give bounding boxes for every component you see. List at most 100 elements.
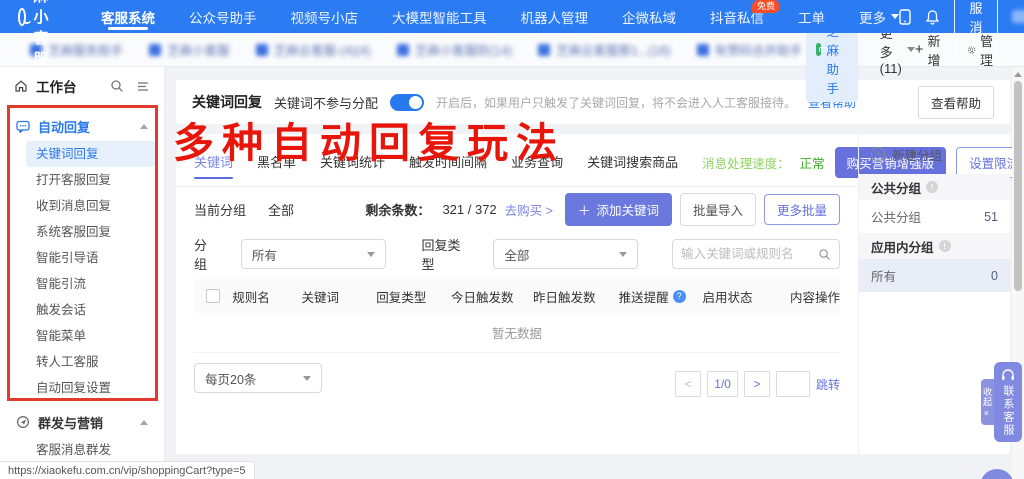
- blurred-username: [1012, 10, 1024, 23]
- nav-item-more[interactable]: 更多: [859, 0, 899, 33]
- nav-item-gongdan[interactable]: 工单: [798, 0, 825, 33]
- search-icon[interactable]: [818, 248, 831, 261]
- scrollbar-thumb[interactable]: [1014, 81, 1022, 291]
- blurred-app-tab[interactable]: 芝麻云客服那1...(18): [538, 40, 671, 59]
- mobile-icon[interactable]: [899, 9, 911, 25]
- group-row-all[interactable]: 所有 0: [859, 259, 1010, 292]
- sidebar-item-keyword-reply[interactable]: 关键词回复: [26, 141, 156, 167]
- blurred-app-tab[interactable]: 芝麻云客服-(4)(4): [256, 40, 371, 59]
- group-filter-label: 分组: [194, 235, 219, 273]
- blurred-app-tab[interactable]: 芝麻小客服: [149, 40, 230, 59]
- blurred-app-tab[interactable]: 芝麻小客服防(14): [397, 40, 512, 59]
- plus-circle-icon: +: [871, 147, 885, 161]
- sidebar-item-transfer-human[interactable]: 转人工客服: [26, 349, 156, 375]
- page-header-card: 关键词回复 关键词不参与分配 开启后，如果用户只触发了关键词回复，将不会进入人工…: [176, 80, 1010, 124]
- next-page-button[interactable]: >: [744, 371, 770, 397]
- workbench-row[interactable]: 工作台: [0, 67, 164, 105]
- pagination: < 1/0 > 跳转: [675, 371, 840, 397]
- group-filter-select[interactable]: 所有: [241, 239, 386, 269]
- tab-trigger-interval[interactable]: 触发时间间隔: [409, 152, 487, 182]
- col-reply-type: 回复类型: [376, 287, 451, 306]
- sidebar-item-trigger-session[interactable]: 触发会话: [26, 297, 156, 323]
- chevron-down-icon: [619, 252, 627, 257]
- table-footer-row: 每页20条 < 1/0 > 跳转: [176, 353, 858, 397]
- prev-page-button[interactable]: <: [675, 371, 701, 397]
- reply-type-label: 回复类型: [422, 235, 472, 273]
- tab-keyword-stats[interactable]: 关键词统计: [320, 152, 385, 182]
- free-badge: 免费: [752, 0, 780, 13]
- keyword-distribution-toggle[interactable]: [390, 94, 424, 111]
- tab-business-query[interactable]: 业务查询: [511, 152, 563, 182]
- col-content-actions: 内容操作: [790, 287, 840, 306]
- sidebar-item-system-kefu-reply[interactable]: 系统客服回复: [26, 219, 156, 245]
- jump-button[interactable]: 跳转: [816, 376, 840, 393]
- scrollbar-up-arrow[interactable]: [1014, 72, 1022, 77]
- bell-icon[interactable]: [925, 9, 940, 25]
- brand-logo[interactable]: 芝麻小客服: [18, 0, 59, 69]
- tab-blacklist[interactable]: 黑名单: [257, 152, 296, 182]
- reply-type-select[interactable]: 全部: [493, 239, 638, 269]
- filter-row: 分组 所有 回复类型 全部: [176, 231, 858, 277]
- batch-import-button[interactable]: 批量导入: [680, 193, 756, 226]
- more-batch-button[interactable]: 更多批量: [764, 194, 840, 225]
- col-enable-status: 启用状态: [703, 287, 790, 306]
- tab-keyword-product-search[interactable]: 关键词搜索商品: [587, 152, 678, 182]
- assistant-icon: [816, 43, 820, 56]
- sidebar-group-mass-marketing[interactable]: 群发与营销: [0, 407, 164, 437]
- current-group-label: 当前分组: [194, 200, 246, 219]
- main-content-area: 关键词回复 关键词不参与分配 开启后，如果用户只触发了关键词回复，将不会进入人工…: [165, 67, 1024, 479]
- nav-item-qiwei[interactable]: 企微私域: [622, 0, 676, 33]
- sidebar-group-auto-reply[interactable]: 自动回复: [0, 111, 164, 141]
- sidebar-item-received-msg-reply[interactable]: 收到消息回复: [26, 193, 156, 219]
- nav-item-llm-tools[interactable]: 大模型智能工具: [392, 0, 487, 33]
- sidebar-item-smart-menu[interactable]: 智能菜单: [26, 323, 156, 349]
- search-icon[interactable]: [110, 79, 124, 93]
- nav-item-gongzhonghao[interactable]: 公众号助手: [189, 0, 257, 33]
- col-rule-name: 规则名: [232, 287, 301, 306]
- kefu-message-button[interactable]: 客服消息: [954, 0, 998, 60]
- sidebar-item-auto-reply-settings[interactable]: 自动回复设置: [26, 375, 156, 401]
- app-tabs-bar: 芝麻服务助手 芝麻小客服 芝麻云客服-(4)(4) 芝麻小客服防(14) 芝麻云…: [0, 33, 1024, 67]
- sidebar-item-smart-guide[interactable]: 智能引导语: [26, 245, 156, 271]
- keyword-table: 规则名 关键词 回复类型 今日触发数 昨日触发数 推送提醒? 启用状态 内容操作…: [194, 279, 840, 353]
- speed-status-value: 正常: [800, 153, 825, 172]
- browser-status-bar: https://xiaokefu.com.cn/vip/shoppingCart…: [0, 461, 255, 479]
- new-group-button[interactable]: + 新建分组: [859, 134, 1010, 174]
- app-favicon: [397, 44, 409, 56]
- nav-item-douyin[interactable]: 抖音私信 免费: [710, 0, 764, 33]
- add-keyword-button[interactable]: ＋添加关键词: [565, 193, 672, 226]
- floating-button-partial[interactable]: [980, 469, 1014, 479]
- sidebar-item-kefu-mass-send[interactable]: 客服消息群发: [26, 437, 156, 463]
- public-groups-header: 公共分组 !: [859, 174, 1010, 200]
- info-icon[interactable]: !: [926, 181, 938, 193]
- sidebar-item-smart-drainage[interactable]: 智能引流: [26, 271, 156, 297]
- info-icon[interactable]: !: [939, 240, 951, 252]
- keyword-search-box: [672, 239, 840, 269]
- nav-item-robot-mgmt[interactable]: 机器人管理: [521, 0, 589, 33]
- col-keyword: 关键词: [302, 287, 377, 306]
- nav-item-kefu-system[interactable]: 客服系统: [101, 0, 155, 33]
- user-account[interactable]: 7 vip 3: [1012, 9, 1024, 24]
- menu-list-icon[interactable]: [136, 79, 150, 93]
- jump-page-input[interactable]: [776, 371, 810, 397]
- nav-item-shipinhao[interactable]: 视频号小店: [291, 0, 359, 33]
- chevron-down-icon: [367, 252, 375, 257]
- keyword-panel-left: 关键词 黑名单 关键词统计 触发时间间隔 业务查询 关键词搜索商品 消息处理速度…: [176, 134, 858, 454]
- chevron-up-icon: [140, 124, 148, 129]
- contact-support-button[interactable]: 联系客服: [994, 362, 1022, 442]
- blurred-app-tab[interactable]: 有赞码合并助手: [697, 40, 803, 59]
- go-buy-link[interactable]: 去购买 >: [505, 200, 553, 219]
- sidebar-item-open-kefu-reply[interactable]: 打开客服回复: [26, 167, 156, 193]
- view-help-button[interactable]: 查看帮助: [918, 86, 994, 119]
- headset-icon: [1001, 369, 1015, 381]
- question-circle-icon[interactable]: ?: [673, 290, 686, 303]
- per-page-select[interactable]: 每页20条: [194, 363, 322, 393]
- select-all-checkbox[interactable]: [206, 289, 220, 303]
- collapse-widget-button[interactable]: 收起 »: [981, 379, 994, 425]
- tab-keyword[interactable]: 关键词: [194, 152, 233, 182]
- chevron-up-icon: [140, 420, 148, 425]
- speed-status-label: 消息处理速度：: [702, 153, 790, 172]
- group-row-public[interactable]: 公共分组 51: [859, 200, 1010, 233]
- current-group-value[interactable]: 全部: [268, 200, 294, 219]
- keyword-search-input[interactable]: [681, 247, 818, 261]
